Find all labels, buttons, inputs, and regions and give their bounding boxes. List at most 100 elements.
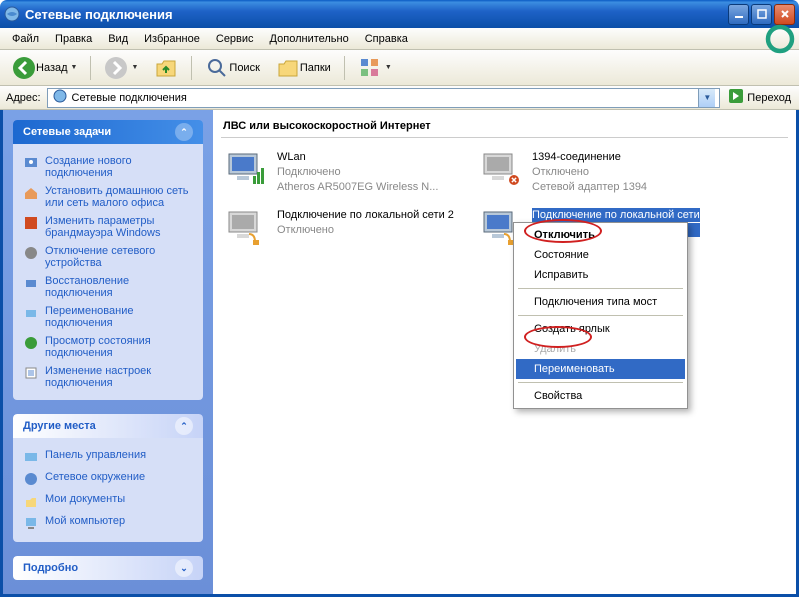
address-value: Сетевые подключения bbox=[72, 92, 695, 104]
address-dropdown-icon[interactable]: ▼ bbox=[698, 89, 715, 107]
task-rename[interactable]: Переименование подключения bbox=[23, 302, 193, 332]
task-repair[interactable]: Восстановление подключения bbox=[23, 272, 193, 302]
address-icon bbox=[52, 88, 68, 107]
conn-text: Подключение по локальной сети 2 Отключен… bbox=[277, 208, 454, 248]
maximize-button[interactable] bbox=[751, 4, 772, 25]
other-places-panel: Другие места ⌃ Панель управления Сетевое… bbox=[13, 414, 203, 542]
collapse-icon[interactable]: ⌃ bbox=[175, 123, 193, 141]
address-input[interactable]: Сетевые подключения ▼ bbox=[47, 88, 721, 108]
connection-1394[interactable]: 1394-соединение Отключено Сетевой адапте… bbox=[476, 148, 731, 196]
task-settings[interactable]: Изменение настроек подключения bbox=[23, 362, 193, 392]
expand-icon[interactable]: ⌄ bbox=[175, 559, 193, 577]
window-title: Сетевые подключения bbox=[25, 7, 726, 22]
conn-name: 1394-соединение bbox=[532, 150, 647, 164]
network-icon bbox=[23, 471, 39, 487]
documents-icon bbox=[23, 493, 39, 509]
task-home-network[interactable]: Установить домашнюю сеть или сеть малого… bbox=[23, 182, 193, 212]
network-tasks-header[interactable]: Сетевые задачи ⌃ bbox=[13, 120, 203, 144]
connection-lan2[interactable]: Подключение по локальной сети 2 Отключен… bbox=[221, 206, 476, 250]
1394-icon bbox=[478, 150, 526, 190]
task-new-connection[interactable]: Создание нового подключения bbox=[23, 152, 193, 182]
go-icon bbox=[728, 88, 744, 107]
views-icon bbox=[358, 56, 382, 80]
search-icon bbox=[205, 56, 229, 80]
views-dropdown-icon[interactable]: ▼ bbox=[385, 64, 392, 71]
home-icon bbox=[23, 185, 39, 201]
close-button[interactable] bbox=[774, 4, 795, 25]
control-panel-icon bbox=[23, 449, 39, 465]
app-icon bbox=[4, 6, 20, 22]
conn-detail: Atheros AR5007EG Wireless N... bbox=[277, 180, 438, 194]
lan-icon bbox=[223, 208, 271, 248]
tasks-body: Создание нового подключения Установить д… bbox=[13, 144, 203, 400]
folder-up-icon bbox=[154, 56, 178, 80]
go-button[interactable]: Переход bbox=[724, 86, 795, 109]
other-places-header[interactable]: Другие места ⌃ bbox=[13, 414, 203, 438]
place-control-panel[interactable]: Панель управления bbox=[23, 446, 193, 468]
separator bbox=[90, 56, 91, 80]
back-icon bbox=[12, 56, 36, 80]
menu-help[interactable]: Справка bbox=[357, 30, 416, 48]
context-menu: Отключить Состояние Исправить Подключени… bbox=[513, 222, 688, 409]
ctx-shortcut[interactable]: Создать ярлык bbox=[516, 319, 685, 339]
places-body: Панель управления Сетевое окружение Мои … bbox=[13, 438, 203, 542]
place-documents[interactable]: Мои документы bbox=[23, 490, 193, 512]
separator bbox=[344, 56, 345, 80]
toolbar: Назад ▼ ▼ Поиск Папки ▼ bbox=[0, 50, 799, 86]
views-button[interactable]: ▼ bbox=[352, 54, 398, 82]
ctx-repair[interactable]: Исправить bbox=[516, 265, 685, 285]
menu-file[interactable]: Файл bbox=[4, 30, 47, 48]
menubar: Файл Правка Вид Избранное Сервис Дополни… bbox=[0, 28, 799, 50]
addressbar: Адрес: Сетевые подключения ▼ Переход bbox=[0, 86, 799, 110]
computer-icon bbox=[23, 515, 39, 531]
menu-edit[interactable]: Правка bbox=[47, 30, 100, 48]
place-network[interactable]: Сетевое окружение bbox=[23, 468, 193, 490]
conn-text: WLan Подключено Atheros AR5007EG Wireles… bbox=[277, 150, 438, 194]
disable-icon bbox=[23, 245, 39, 261]
menu-view[interactable]: Вид bbox=[100, 30, 136, 48]
ctx-bridge[interactable]: Подключения типа мост bbox=[516, 292, 685, 312]
rename-icon bbox=[23, 305, 39, 321]
folders-button[interactable]: Папки bbox=[270, 54, 337, 82]
ctx-properties[interactable]: Свойства bbox=[516, 386, 685, 406]
network-tasks-panel: Сетевые задачи ⌃ Создание нового подключ… bbox=[13, 120, 203, 400]
task-disable-device[interactable]: Отключение сетевого устройства bbox=[23, 242, 193, 272]
content-area: Сетевые задачи ⌃ Создание нового подключ… bbox=[0, 110, 799, 597]
collapse-icon[interactable]: ⌃ bbox=[175, 417, 193, 435]
task-firewall[interactable]: Изменить параметры брандмауэра Windows bbox=[23, 212, 193, 242]
menu-extra[interactable]: Дополнительно bbox=[262, 30, 357, 48]
details-panel: Подробно ⌄ bbox=[13, 556, 203, 580]
back-dropdown-icon[interactable]: ▼ bbox=[71, 64, 78, 71]
ctx-status[interactable]: Состояние bbox=[516, 245, 685, 265]
forward-button[interactable]: ▼ bbox=[98, 54, 144, 82]
settings-icon bbox=[23, 365, 39, 381]
address-label: Адрес: bbox=[4, 92, 43, 104]
details-header[interactable]: Подробно ⌄ bbox=[13, 556, 203, 580]
connections-grid: WLan Подключено Atheros AR5007EG Wireles… bbox=[221, 148, 788, 260]
go-label: Переход bbox=[747, 92, 791, 104]
windows-logo-icon bbox=[765, 29, 795, 49]
connection-wlan[interactable]: WLan Подключено Atheros AR5007EG Wireles… bbox=[221, 148, 476, 196]
ctx-separator bbox=[518, 382, 683, 383]
tasks-title: Сетевые задачи bbox=[23, 126, 111, 138]
back-button[interactable]: Назад ▼ bbox=[6, 54, 83, 82]
ctx-disconnect[interactable]: Отключить bbox=[516, 225, 685, 245]
search-button[interactable]: Поиск bbox=[199, 54, 265, 82]
conn-status: Отключено bbox=[532, 165, 647, 179]
task-status[interactable]: Просмотр состояния подключения bbox=[23, 332, 193, 362]
menu-favorites[interactable]: Избранное bbox=[136, 30, 208, 48]
wizard-icon bbox=[23, 155, 39, 171]
up-button[interactable] bbox=[148, 54, 184, 82]
minimize-button[interactable] bbox=[728, 4, 749, 25]
status-icon bbox=[23, 335, 39, 351]
conn-name: Подключение по локальной сети bbox=[532, 208, 700, 222]
section-header: ЛВС или высокоскоростной Интернет bbox=[221, 118, 788, 138]
conn-text: 1394-соединение Отключено Сетевой адапте… bbox=[532, 150, 647, 194]
conn-status: Подключено bbox=[277, 165, 438, 179]
forward-dropdown-icon[interactable]: ▼ bbox=[131, 64, 138, 71]
menu-tools[interactable]: Сервис bbox=[208, 30, 262, 48]
place-computer[interactable]: Мой компьютер bbox=[23, 512, 193, 534]
separator bbox=[191, 56, 192, 80]
conn-name: WLan bbox=[277, 150, 438, 164]
ctx-rename[interactable]: Переименовать bbox=[516, 359, 685, 379]
